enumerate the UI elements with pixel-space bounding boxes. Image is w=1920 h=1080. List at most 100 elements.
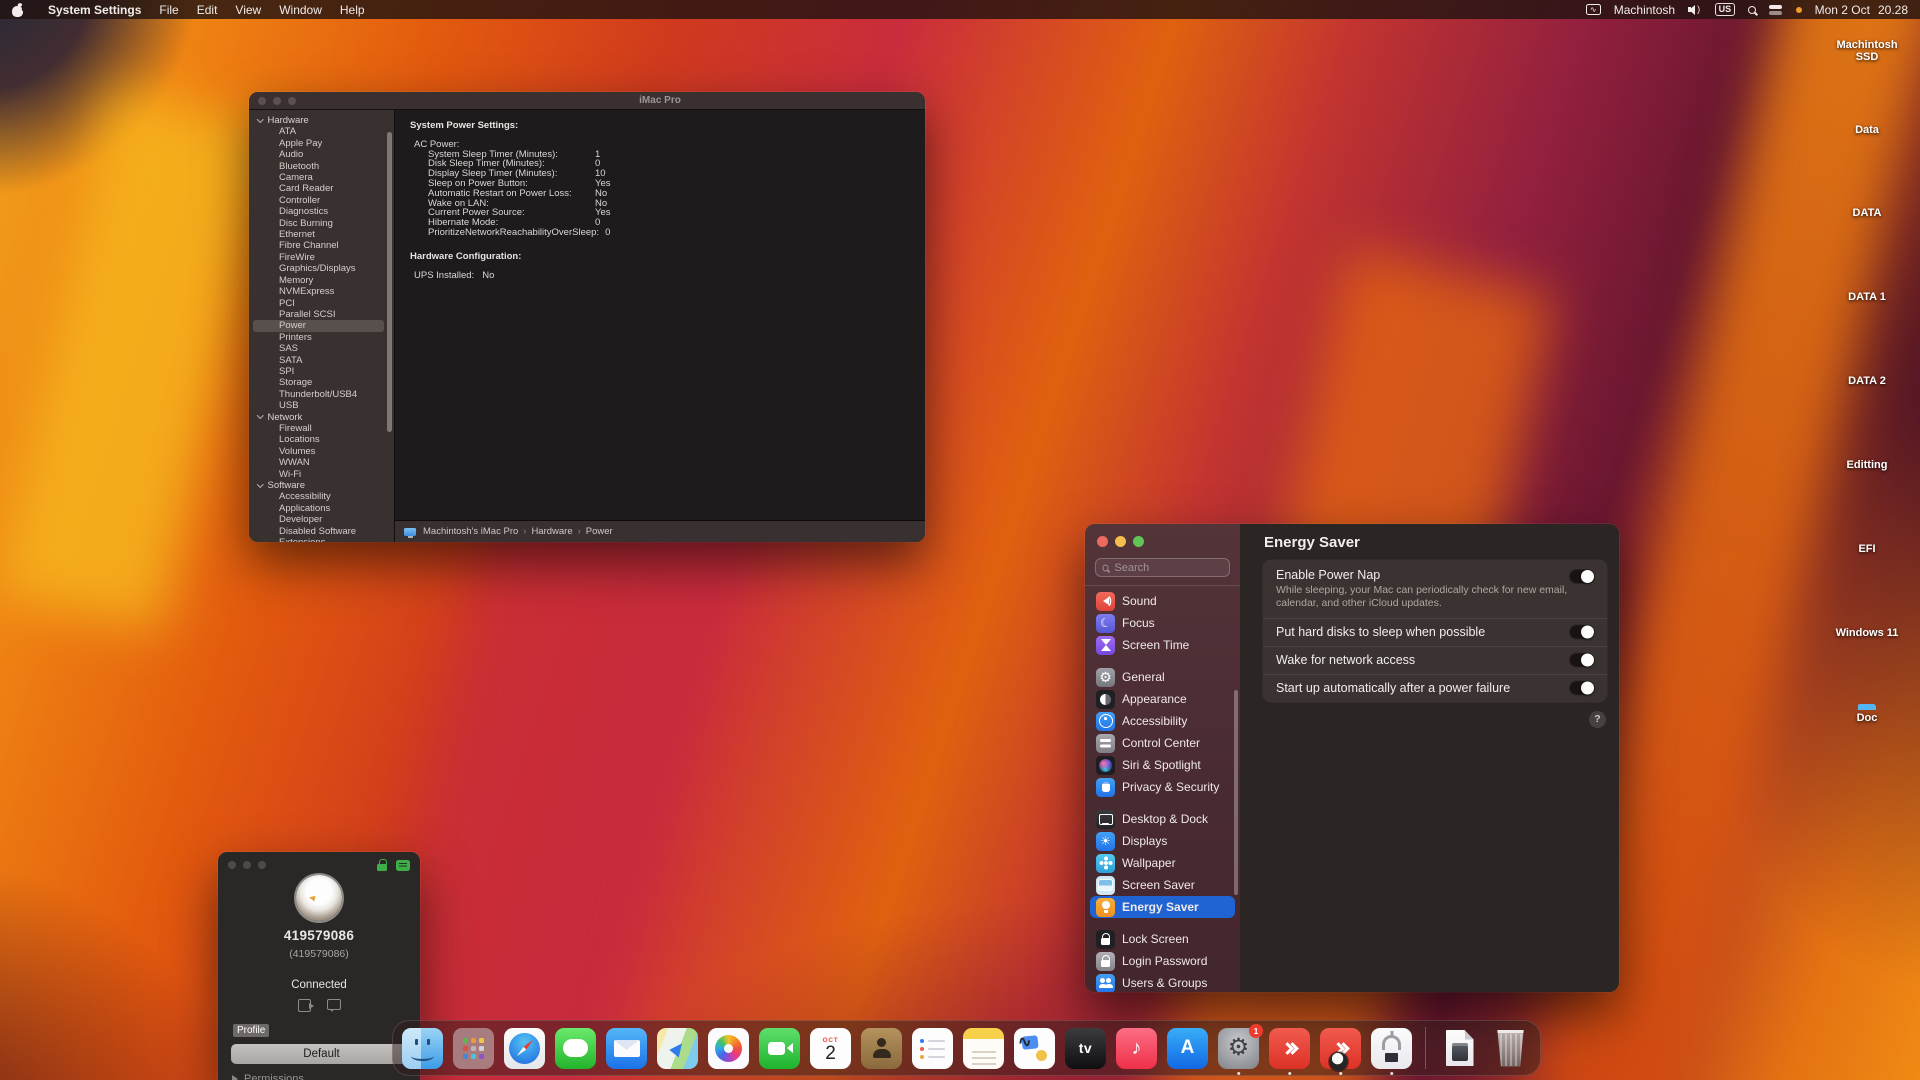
settings-sidebar-item[interactable]: Screen Saver	[1090, 874, 1235, 896]
spotlight-search-icon[interactable]	[1748, 6, 1756, 14]
sidebar-item[interactable]: SPI	[249, 366, 394, 377]
sidebar-item[interactable]: WWAN	[249, 457, 394, 468]
settings-sidebar-item[interactable]: Siri & Spotlight	[1090, 754, 1235, 776]
device-name[interactable]: Machintosh	[1614, 3, 1675, 17]
dock-item-safari[interactable]	[504, 1028, 545, 1069]
apple-menu-icon[interactable]	[12, 3, 24, 17]
window-controls[interactable]	[1085, 524, 1240, 556]
search-input[interactable]	[1114, 562, 1223, 574]
sidebar-item[interactable]: Extensions	[249, 537, 394, 542]
sidebar-item[interactable]: Controller	[249, 195, 394, 206]
sidebar-item[interactable]: Disabled Software	[249, 526, 394, 537]
chat-status-icon[interactable]	[396, 860, 410, 871]
dock-item-calendar[interactable]: OCT2	[810, 1028, 851, 1069]
settings-sidebar-item[interactable]: Energy Saver	[1090, 896, 1235, 918]
sidebar-item[interactable]: NVMExpress	[249, 286, 394, 297]
sidebar-item[interactable]: FireWire	[249, 252, 394, 263]
settings-sidebar-item[interactable]: Screen Time	[1090, 634, 1235, 656]
desktop-icon[interactable]: Windows 11	[1832, 623, 1902, 641]
dock-item-maps[interactable]	[657, 1028, 698, 1069]
settings-sidebar-item[interactable]: Users & Groups	[1090, 972, 1235, 992]
dock-item-anydesk-session[interactable]	[1320, 1028, 1361, 1069]
sidebar-section-hardware[interactable]: Hardware	[249, 115, 394, 126]
dock-item-photos[interactable]	[708, 1028, 749, 1069]
dock-item-music[interactable]	[1116, 1028, 1157, 1069]
sidebar-item[interactable]: USB	[249, 400, 394, 411]
search-field[interactable]	[1095, 558, 1230, 577]
sidebar-section-software[interactable]: Software	[249, 480, 394, 491]
dock-item-reminders[interactable]	[912, 1028, 953, 1069]
scrollbar[interactable]	[387, 132, 392, 432]
dock-item-app-store[interactable]	[1167, 1028, 1208, 1069]
settings-sidebar-item[interactable]: General	[1090, 666, 1235, 688]
dock-item-contacts[interactable]	[861, 1028, 902, 1069]
close-button[interactable]	[228, 861, 236, 869]
window-controls[interactable]	[258, 97, 296, 105]
settings-sidebar-item[interactable]: Wallpaper	[1090, 852, 1235, 874]
dock-item-hackintool[interactable]	[1371, 1028, 1412, 1069]
desktop-icon[interactable]: DATA	[1832, 203, 1902, 221]
sidebar-item[interactable]: Firewall	[249, 423, 394, 434]
desktop-icon[interactable]: DATA 2	[1832, 371, 1902, 389]
minimize-button[interactable]	[1115, 536, 1126, 547]
settings-sidebar-item[interactable]: Displays	[1090, 830, 1235, 852]
minimize-button[interactable]	[243, 861, 251, 869]
sidebar-item[interactable]: Memory	[249, 275, 394, 286]
dock-item-document[interactable]	[1439, 1028, 1480, 1069]
sidebar-item[interactable]: Developer	[249, 514, 394, 525]
dock-item-mail[interactable]	[606, 1028, 647, 1069]
dock-item-anydesk[interactable]	[1269, 1028, 1310, 1069]
settings-sidebar-item[interactable]: Sound	[1090, 590, 1235, 612]
control-center-icon[interactable]	[1769, 5, 1783, 15]
stats-monitor-icon[interactable]	[1586, 4, 1601, 15]
settings-sidebar-item[interactable]: Desktop & Dock	[1090, 808, 1235, 830]
file-transfer-icon[interactable]	[298, 999, 311, 1012]
menu-app-name[interactable]: System Settings	[48, 3, 141, 17]
toggle-enable-power-nap[interactable]	[1569, 569, 1595, 584]
zoom-button[interactable]	[258, 861, 266, 869]
sidebar-item[interactable]: Audio	[249, 149, 394, 160]
settings-sidebar-item[interactable]: Appearance	[1090, 688, 1235, 710]
sidebar-item[interactable]: SATA	[249, 355, 394, 366]
sidebar-item[interactable]: Storage	[249, 377, 394, 388]
menu-item[interactable]: Edit	[197, 3, 218, 17]
sidebar-item[interactable]: Wi-Fi	[249, 469, 394, 480]
toggle-hard-disk-sleep[interactable]	[1569, 625, 1595, 640]
sidebar-item[interactable]: Card Reader	[249, 183, 394, 194]
dock-item-messages[interactable]	[555, 1028, 596, 1069]
sidebar-item[interactable]: ATA	[249, 126, 394, 137]
sidebar-item[interactable]: Bluetooth	[249, 161, 394, 172]
window-controls[interactable]	[228, 861, 266, 869]
sidebar-item[interactable]: SAS	[249, 343, 394, 354]
sidebar-item[interactable]: Fibre Channel	[249, 240, 394, 251]
settings-sidebar-item[interactable]: Lock Screen	[1090, 928, 1235, 950]
profile-select[interactable]: Default	[231, 1044, 412, 1064]
chat-icon[interactable]	[327, 999, 341, 1010]
sidebar-item[interactable]: Thunderbolt/USB4	[249, 389, 394, 400]
dock-item-facetime[interactable]	[759, 1028, 800, 1069]
sidebar-item[interactable]: Diagnostics	[249, 206, 394, 217]
sidebar-item[interactable]: Locations	[249, 434, 394, 445]
minimize-button[interactable]	[273, 97, 281, 105]
dock-item-tv[interactable]	[1065, 1028, 1106, 1069]
scrollbar[interactable]	[1234, 690, 1238, 895]
settings-sidebar-item[interactable]: Privacy & Security	[1090, 776, 1235, 798]
dock-item-freeform[interactable]: ∿	[1014, 1028, 1055, 1069]
zoom-button[interactable]	[1133, 536, 1144, 547]
sidebar-item[interactable]: Graphics/Displays	[249, 263, 394, 274]
desktop-icon[interactable]: EFI	[1832, 539, 1902, 557]
dock-item-finder[interactable]	[402, 1028, 443, 1069]
volume-icon[interactable]: )	[1688, 5, 1702, 15]
close-button[interactable]	[1097, 536, 1108, 547]
sidebar-item[interactable]: Accessibility	[249, 491, 394, 502]
settings-sidebar-item[interactable]: Accessibility	[1090, 710, 1235, 732]
settings-sidebar-item[interactable]: Login Password	[1090, 950, 1235, 972]
desktop-icon[interactable]: Editting	[1832, 455, 1902, 473]
sidebar-item[interactable]: Power	[253, 320, 384, 331]
sidebar-item[interactable]: PCI	[249, 298, 394, 309]
dock-item-launchpad[interactable]	[453, 1028, 494, 1069]
permissions-disclosure[interactable]: Permissions	[232, 1073, 420, 1080]
sidebar-item[interactable]: Disc Burning	[249, 218, 394, 229]
menu-item[interactable]: View	[235, 3, 261, 17]
desktop-icon[interactable]: Doc	[1832, 708, 1902, 726]
